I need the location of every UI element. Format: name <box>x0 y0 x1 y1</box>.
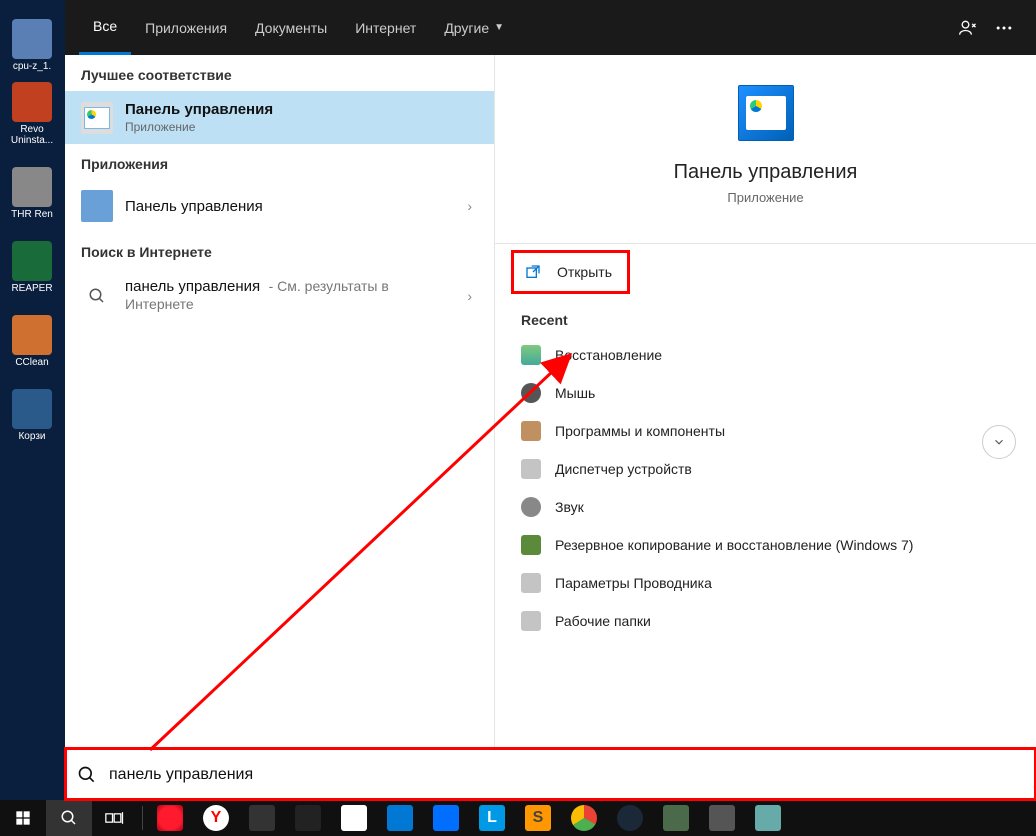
taskbar-app-3[interactable] <box>239 800 285 836</box>
taskbar-app-steam[interactable] <box>607 800 653 836</box>
desktop-icon-thr[interactable]: THR Ren <box>4 152 60 222</box>
recent-item-mouse[interactable]: Мышь <box>521 374 1010 412</box>
recent-item-explorer-options[interactable]: Параметры Проводника <box>521 564 1010 602</box>
preview-title: Панель управления <box>515 161 1016 184</box>
taskbar-app-chrome[interactable] <box>561 800 607 836</box>
explorer-options-icon <box>521 573 541 593</box>
control-panel-icon <box>81 102 113 134</box>
open-icon <box>523 262 543 282</box>
taskbar-search-button[interactable] <box>46 800 92 836</box>
recent-heading: Recent <box>521 312 1010 328</box>
device-manager-icon <box>521 459 541 479</box>
search-results-body: Лучшее соответствие Панель управления Пр… <box>65 55 1036 748</box>
start-button[interactable] <box>0 800 46 836</box>
feedback-icon[interactable] <box>950 10 986 46</box>
divider <box>495 243 1036 244</box>
recent-item-device-manager[interactable]: Диспетчер устройств <box>521 450 1010 488</box>
taskbar-app-5[interactable] <box>331 800 377 836</box>
desktop-icon-revo[interactable]: Revo Uninsta... <box>4 78 60 148</box>
taskbar-divider <box>142 806 143 830</box>
sound-icon <box>521 497 541 517</box>
recent-item-recovery[interactable]: Восстановление <box>521 336 1010 374</box>
web-section-header: Поиск в Интернете <box>65 232 494 268</box>
recent-item-work-folders[interactable]: Рабочие папки <box>521 602 1010 640</box>
work-folders-icon <box>521 611 541 631</box>
tab-other[interactable]: Другие▼ <box>430 0 518 55</box>
recovery-icon <box>521 345 541 365</box>
best-match-title: Панель управления <box>125 101 478 118</box>
desktop-icon-ccleaner[interactable]: CClean <box>4 300 60 370</box>
search-input[interactable] <box>109 749 1036 800</box>
taskbar-app-14[interactable] <box>745 800 791 836</box>
tab-docs[interactable]: Документы <box>241 0 341 55</box>
chevron-down-icon: ▼ <box>494 22 504 33</box>
web-result[interactable]: панель управления - См. результаты в Инт… <box>65 268 494 324</box>
search-input-zone <box>65 748 1036 800</box>
taskbar-app-mail[interactable] <box>377 800 423 836</box>
search-icon <box>81 280 113 312</box>
best-match-header: Лучшее соответствие <box>65 55 494 91</box>
preview-subtitle: Приложение <box>515 190 1016 205</box>
recent-item-backup[interactable]: Резервное копирование и восстановление (… <box>521 526 1010 564</box>
tab-apps[interactable]: Приложения <box>131 0 241 55</box>
open-action-label: Открыть <box>557 264 612 280</box>
taskbar-app-l[interactable]: L <box>469 800 515 836</box>
desktop-icons: cpu-z_1. Revo Uninsta... THR Ren REAPER … <box>0 0 65 836</box>
chevron-right-icon: › <box>461 198 478 214</box>
taskbar: Y L S <box>0 800 1036 836</box>
backup-icon <box>521 535 541 555</box>
preview-header: Панель управления Приложение <box>495 55 1036 225</box>
mouse-icon <box>521 383 541 403</box>
control-panel-large-icon <box>738 85 794 141</box>
taskbar-app-opera[interactable] <box>147 800 193 836</box>
tab-internet[interactable]: Интернет <box>341 0 430 55</box>
app-result-title: Панель управления <box>125 198 461 215</box>
tab-all[interactable]: Все <box>79 0 131 55</box>
taskbar-app-7[interactable] <box>423 800 469 836</box>
web-result-prefix: панель управления <box>125 278 260 295</box>
apps-section-header: Приложения <box>65 144 494 180</box>
open-action[interactable]: Открыть <box>513 252 628 292</box>
results-right-column: Панель управления Приложение Открыть Rec… <box>495 55 1036 748</box>
best-match-result[interactable]: Панель управления Приложение <box>65 91 494 144</box>
desktop-icon-cpuz[interactable]: cpu-z_1. <box>4 4 60 74</box>
programs-icon <box>521 421 541 441</box>
more-icon[interactable] <box>986 10 1022 46</box>
taskbar-app-yandex[interactable]: Y <box>193 800 239 836</box>
desktop-icon-recycle[interactable]: Корзи <box>4 374 60 444</box>
recent-block: Recent Восстановление Мышь Программы и к… <box>495 300 1036 640</box>
chevron-right-icon: › <box>461 288 478 304</box>
control-panel-small-icon <box>81 190 113 222</box>
recent-item-sound[interactable]: Звук <box>521 488 1010 526</box>
results-left-column: Лучшее соответствие Панель управления Пр… <box>65 55 495 748</box>
task-view-button[interactable] <box>92 800 138 836</box>
taskbar-app-12[interactable] <box>653 800 699 836</box>
taskbar-app-13[interactable] <box>699 800 745 836</box>
taskbar-app-4[interactable] <box>285 800 331 836</box>
taskbar-app-sublime[interactable]: S <box>515 800 561 836</box>
recent-item-programs[interactable]: Программы и компоненты <box>521 412 1010 450</box>
app-result-control-panel[interactable]: Панель управления › <box>65 180 494 232</box>
search-icon <box>65 765 109 785</box>
expand-button[interactable] <box>982 425 1016 459</box>
search-tabs-bar: Все Приложения Документы Интернет Другие… <box>65 0 1036 55</box>
best-match-subtitle: Приложение <box>125 120 478 134</box>
desktop-icon-reaper[interactable]: REAPER <box>4 226 60 296</box>
search-panel: Все Приложения Документы Интернет Другие… <box>65 0 1036 748</box>
